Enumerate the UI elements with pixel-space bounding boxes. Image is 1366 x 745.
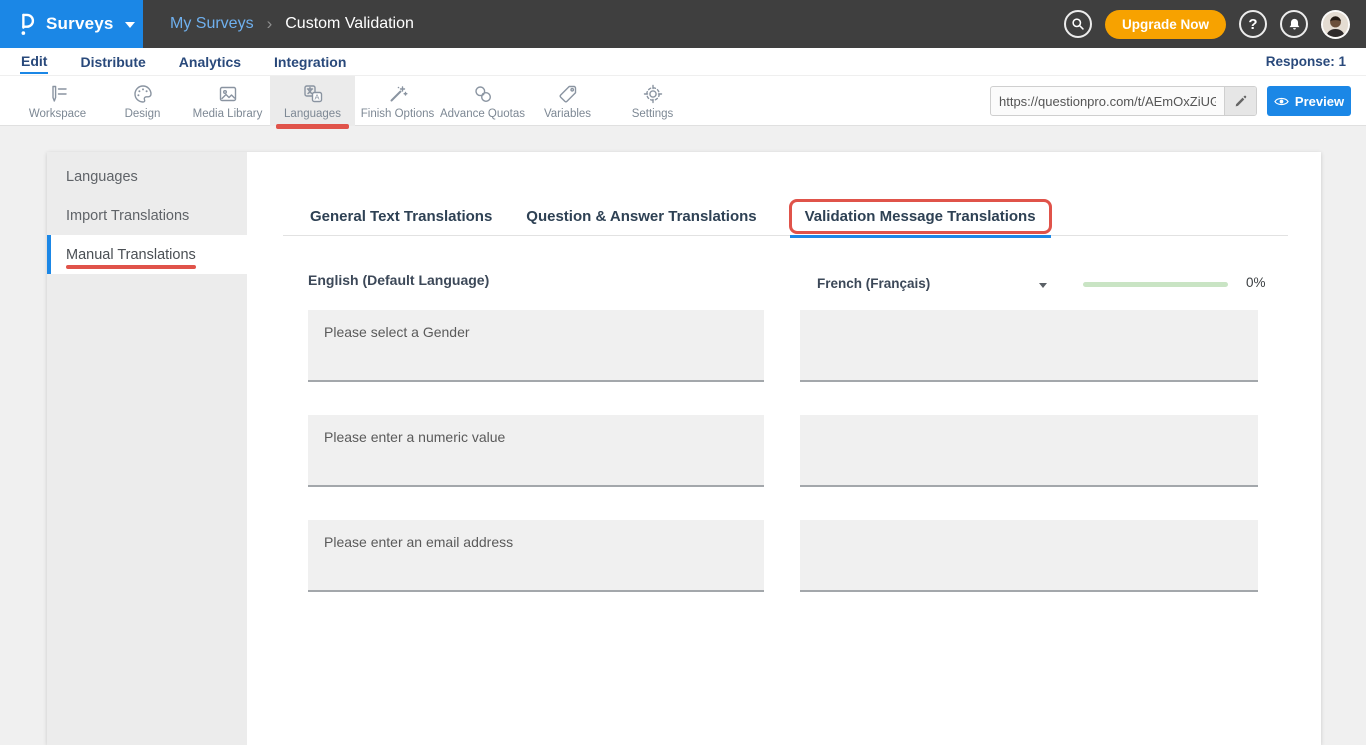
pencil-icon [1234,94,1248,108]
toolbar-item-variables[interactable]: Variables [525,76,610,126]
tab-integration[interactable]: Integration [273,51,347,73]
translation-progress-percent: 0% [1246,275,1266,290]
notifications-button[interactable] [1280,10,1308,38]
svg-text:A: A [314,92,319,101]
product-name: Surveys [46,14,114,34]
source-text-gender[interactable]: Please select a Gender [308,310,764,382]
toolbar-item-finish-options[interactable]: Finish Options [355,76,440,126]
toolbar-item-design[interactable]: Design [100,76,185,126]
header-actions: Upgrade Now ? [1064,0,1350,48]
bell-icon [1287,16,1302,32]
translations-sidebar: Languages Import Translations Manual Tra… [47,152,247,745]
translation-progress-bar [1083,282,1228,287]
languages-icon: A [302,83,324,105]
settings-icon [642,83,664,105]
translations-panel: Languages Import Translations Manual Tra… [47,152,1321,745]
sidebar-item-languages[interactable]: Languages [47,157,247,196]
breadcrumb-separator: › [267,14,273,34]
annotation-underline-languages [276,124,349,129]
manual-translations-content: General Text Translations Question & Ans… [247,152,1321,745]
tab-edit[interactable]: Edit [20,50,48,74]
workspace-icon [47,83,69,105]
media-library-icon [217,83,239,105]
variables-icon [557,83,579,105]
target-text-numeric[interactable] [800,415,1258,487]
sidebar-item-manual-translations[interactable]: Manual Translations [47,235,247,274]
toolbar-item-settings[interactable]: Settings [610,76,695,126]
survey-url-field [990,86,1257,116]
questionpro-logo-icon [17,11,37,37]
avatar-photo [1323,12,1348,37]
help-button[interactable]: ? [1239,10,1267,38]
tab-general-text-translations[interactable]: General Text Translations [308,204,494,229]
toolbar-item-advance-quotas[interactable]: Advance Quotas [440,76,525,126]
translation-tabs: General Text Translations Question & Ans… [283,198,1288,236]
toolbar-item-workspace[interactable]: Workspace [15,76,100,126]
product-switcher[interactable]: Surveys [0,0,143,48]
survey-section-nav: Edit Distribute Analytics Integration Re… [0,48,1366,76]
question-mark-icon: ? [1248,16,1257,33]
design-icon [132,83,154,105]
tab-analytics[interactable]: Analytics [178,51,242,73]
user-avatar[interactable] [1321,10,1350,39]
survey-url-input[interactable] [991,94,1224,109]
target-text-email[interactable] [800,520,1258,592]
source-language-label: English (Default Language) [308,272,489,288]
breadcrumb-my-surveys[interactable]: My Surveys [170,15,254,33]
search-button[interactable] [1064,10,1092,38]
preview-button[interactable]: Preview [1267,86,1351,116]
breadcrumb: My Surveys › Custom Validation [170,14,414,34]
top-header: Surveys My Surveys › Custom Validation U… [0,0,1366,48]
tab-validation-message-translations[interactable]: Validation Message Translations [789,199,1052,234]
chevron-down-icon[interactable] [1039,283,1047,288]
breadcrumb-current-survey: Custom Validation [285,15,414,33]
tab-distribute[interactable]: Distribute [79,51,146,73]
sidebar-item-import-translations[interactable]: Import Translations [47,196,247,235]
advance-quotas-icon [472,83,494,105]
edit-toolbar: Workspace Design Media Library A Languag… [0,76,1366,126]
chevron-down-icon [125,22,135,28]
finish-options-icon [387,83,409,105]
source-text-email[interactable]: Please enter an email address [308,520,764,592]
response-count[interactable]: Response: 1 [1266,54,1346,69]
tab-question-answer-translations[interactable]: Question & Answer Translations [524,204,758,229]
toolbar-item-languages[interactable]: A Languages [270,76,355,126]
upgrade-now-button[interactable]: Upgrade Now [1105,10,1226,39]
eye-icon [1274,96,1289,107]
edit-url-button[interactable] [1224,86,1256,116]
source-text-numeric[interactable]: Please enter a numeric value [308,415,764,487]
search-icon [1070,16,1086,32]
target-text-gender[interactable] [800,310,1258,382]
annotation-underline-manual-translations [66,265,196,269]
toolbar-item-media-library[interactable]: Media Library [185,76,270,126]
target-language-select[interactable]: French (Français) [817,276,930,291]
